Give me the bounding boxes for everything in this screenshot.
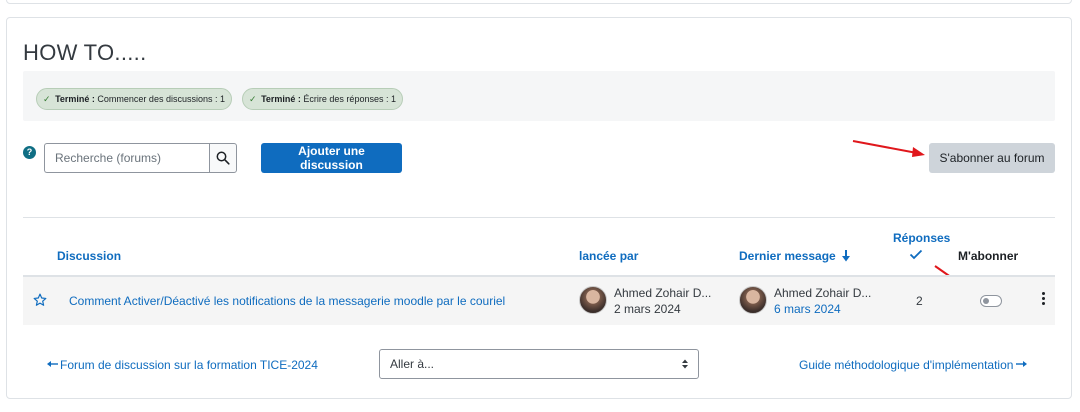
completion-badge-start-discussions: ✓ Terminé : Commencer des discussions : … <box>36 88 232 110</box>
check-icon: ✓ <box>43 94 51 104</box>
column-header-discussion[interactable]: Discussion <box>57 249 121 263</box>
subscribe-forum-button[interactable]: S'abonner au forum <box>929 143 1055 173</box>
column-header-started-by[interactable]: lancée par <box>579 249 638 263</box>
arrow-left-icon <box>47 361 58 367</box>
annotation-arrow-icon <box>852 140 925 157</box>
avatar[interactable] <box>579 286 607 314</box>
divider <box>23 217 1055 218</box>
previous-activity-link[interactable]: Forum de discussion sur la formation TIC… <box>47 358 318 372</box>
star-icon[interactable] <box>33 293 47 307</box>
avatar[interactable] <box>739 286 767 314</box>
select-caret-icon <box>682 359 688 369</box>
page-title: HOW TO..... <box>23 40 147 65</box>
kebab-menu-icon[interactable] <box>1040 292 1046 306</box>
add-discussion-button[interactable]: Ajouter une discussion <box>261 143 402 173</box>
column-header-replies[interactable]: Réponses <box>893 231 950 245</box>
arrow-right-icon <box>1016 361 1028 367</box>
jump-to-select[interactable]: Aller à... <box>379 349 699 379</box>
column-header-last-post[interactable]: Dernier message <box>739 249 851 263</box>
search-input[interactable] <box>44 143 209 173</box>
table-row: Comment Activer/Déactivé les notificatio… <box>23 277 1055 325</box>
reply-count[interactable]: 2 <box>916 294 923 308</box>
sort-desc-arrow-icon <box>842 250 851 262</box>
check-icon: ✓ <box>249 94 257 104</box>
forum-card: HOW TO..... ✓ Terminé : Commencer des di… <box>6 17 1072 399</box>
started-by-name[interactable]: Ahmed Zohair D... <box>614 286 711 300</box>
check-icon <box>909 249 923 260</box>
forum-search <box>44 143 237 173</box>
search-icon <box>216 151 230 165</box>
column-header-subscribe: M'abonner <box>958 249 1019 263</box>
completion-badge-write-replies: ✓ Terminé : Écrire des réponses : 1 <box>242 88 403 110</box>
next-activity-link[interactable]: Guide méthodologique d'implémentation <box>799 358 1028 372</box>
help-icon[interactable]: ? <box>23 146 36 159</box>
discussion-link[interactable]: Comment Activer/Déactivé les notificatio… <box>69 294 505 308</box>
last-post-date-link[interactable]: 6 mars 2024 <box>774 302 841 316</box>
started-date: 2 mars 2024 <box>614 302 681 316</box>
subscribe-discussion-toggle[interactable] <box>980 295 1002 307</box>
last-post-author[interactable]: Ahmed Zohair D... <box>774 286 871 300</box>
completion-requirements: ✓ Terminé : Commencer des discussions : … <box>23 71 1055 121</box>
previous-card-edge <box>6 0 1072 4</box>
search-button[interactable] <box>209 143 237 173</box>
